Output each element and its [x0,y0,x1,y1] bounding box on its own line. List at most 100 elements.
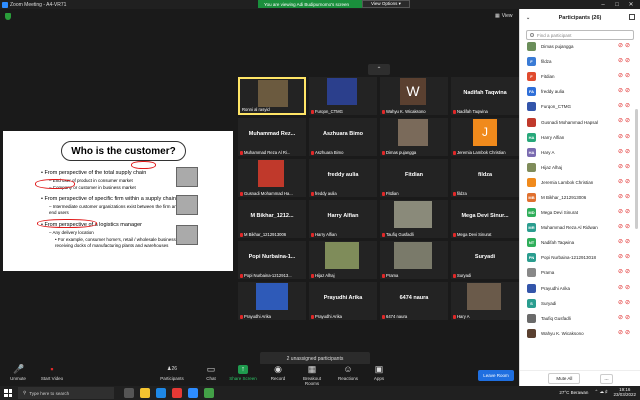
app-icon[interactable] [204,388,214,398]
mute-all-button[interactable]: Mute All [548,373,581,384]
tray-icons[interactable]: ⌃ ☁ ♯ [594,389,607,395]
participant-row[interactable]: Prayudhi Arika ⊘ ⊘ [520,281,633,296]
video-tile[interactable]: Suryadi Suryadi [451,241,519,279]
close-icon[interactable]: ✕ [624,0,638,9]
file-explorer-icon[interactable] [140,388,150,398]
popout-icon[interactable] [629,14,635,20]
video-tile[interactable]: Nadifah Taqwina Nadifah Taqwina [451,77,519,115]
participant-row[interactable]: NT Nadifah Taqwina ⊘ ⊘ [520,235,633,250]
leave-room-button[interactable]: Leave Room [478,370,514,381]
video-tile[interactable]: Furqon_CTMG [309,77,377,115]
muted-mic-icon [453,273,456,278]
participant-row[interactable]: Ffildza ⊘ ⊘ [520,54,633,69]
reactions-button[interactable]: ☺ Reactions [332,365,364,382]
video-tile[interactable]: Taufiq Gusfadli [380,200,448,238]
participant-row[interactable]: PN Popi Nurbaina-1212913018 ⊘ ⊘ [520,250,633,265]
participant-name: Harry Alfian [541,134,565,140]
participant-row[interactable]: S Suryadi ⊘ ⊘ [520,296,633,311]
zoom-taskbar-icon[interactable] [188,388,198,398]
video-tile[interactable]: Dimas pujangga [380,118,448,156]
taskbar-search-input[interactable]: ⚲ Type here to search [18,387,114,399]
record-icon: ◉ [274,364,282,374]
participant-row[interactable]: Wahyu K. Wicaksono ⊘ ⊘ [520,326,633,341]
annotation-ink [131,161,156,169]
participant-row[interactable]: MR Muhammad Reza Al Ridwan ⊘ ⊘ [520,220,633,235]
participant-row[interactable]: Taufiq Gusfadli ⊘ ⊘ [520,311,633,326]
participant-row[interactable]: HA Hary A ⊘ ⊘ [520,145,633,160]
video-tile[interactable]: Prayudhi Arika Prayudhi Arika [309,282,377,320]
participant-name: Suryadi [541,300,557,306]
video-tile[interactable]: Hary A [451,282,519,320]
video-tile[interactable]: Prayudhi Arika [238,282,306,320]
participant-row[interactable]: HA Harry Alfian ⊘ ⊘ [520,130,633,145]
video-tile[interactable]: freddy aulia freddy aulia [309,159,377,197]
apps-button[interactable]: ▣ Apps [363,365,395,382]
security-shield-icon[interactable] [5,13,11,20]
muted-mic-icon: ⊘ [618,148,624,155]
video-tile[interactable]: Popi Nurbaina-1... Popi Nurbaina-1212913… [238,241,306,279]
video-tile[interactable]: Muhammad Rez... Muhammad Reza Al Ri... [238,118,306,156]
clock[interactable]: 19:16 23/03/2022 [613,387,636,397]
participant-row[interactable]: Gusnadi Mohammad Hapsal ⊘ ⊘ [520,114,633,129]
video-off-icon: ⊘ [625,314,631,321]
participant-row[interactable]: Furqon_CTMG ⊘ ⊘ [520,99,633,114]
video-off-icon: ⊘ [625,88,631,95]
maximize-icon[interactable]: □ [610,0,624,9]
video-tile[interactable]: Ronni al rasyid [238,77,306,115]
chat-button[interactable]: ▭ Chat [195,365,227,382]
video-tile[interactable]: fildza fildza [451,159,519,197]
chevron-down-icon[interactable]: ⌄ [526,15,530,21]
participant-row[interactable]: MD Mega Devi Sinurat ⊘ ⊘ [520,205,633,220]
video-tile[interactable]: Fitdian Fitdian [380,159,448,197]
weather-text[interactable]: 27°C Berawan [559,390,588,395]
participant-row[interactable]: F Fitdian ⊘ ⊘ [520,69,633,84]
record-button[interactable]: ◉ Record [262,364,294,382]
participant-name: Nadifah Taqwina [541,240,575,246]
video-off-icon: ⊘ [625,193,631,200]
edge-icon[interactable] [156,388,166,398]
minimize-icon[interactable]: – [596,0,610,9]
avatar: F [527,72,536,82]
participant-row[interactable]: FA freddy aulia ⊘ ⊘ [520,84,633,99]
participant-row[interactable]: Hijaz Alhaj ⊘ ⊘ [520,160,633,175]
video-tile[interactable]: Hijaz Alhaj [309,241,377,279]
video-tile[interactable]: Prama [380,241,448,279]
video-tile[interactable]: Gusnadi Mohammad Ha... [238,159,306,197]
tile-label: Nadifah Taqwina [457,109,488,114]
avatar: NT [527,238,536,248]
slide-illustration [176,195,198,215]
video-off-icon: ⊘ [625,43,631,49]
share-screen-icon: ↑ [238,365,248,374]
windows-start-icon[interactable] [4,389,12,397]
breakout-rooms-button[interactable]: ▦ Breakout Rooms [296,364,328,387]
video-tile[interactable]: J Jeremia Lambok Christian [451,118,519,156]
task-view-icon[interactable] [124,388,134,398]
unmute-button[interactable]: 🎤 Unmute [2,365,34,382]
chrome-icon[interactable] [172,388,182,398]
participant-name: Hary A [541,149,555,155]
participants-button[interactable]: ♟26 Participants [156,365,188,381]
participant-row[interactable]: Dimas pujangga ⊘ ⊘ [520,39,633,54]
video-tile[interactable]: Aszhuara Bimo Aszhuara Bimo [309,118,377,156]
start-video-button[interactable]: ▪ Start Video [36,365,68,382]
video-tile[interactable]: Harry Alfian Harry Alfian [309,200,377,238]
video-tile[interactable]: W Wahyu K. Wicaksono [380,77,448,115]
participant-row[interactable]: Jeremia Lambok Christian ⊘ ⊘ [520,175,633,190]
collapse-gallery-button[interactable]: ⌃ [368,64,390,75]
video-tile[interactable]: 6474 naura 6474 naura [380,282,448,320]
participants-count: 26 [171,366,178,372]
breakout-rooms-icon: ▦ [307,364,317,374]
view-button[interactable]: ▦ View [495,13,512,19]
video-off-icon: ⊘ [625,148,631,155]
video-tile[interactable]: M Bikhar_1212... M Bikhar_1212913006 [238,200,306,238]
scrollbar[interactable] [635,109,638,229]
participant-row[interactable]: Prama ⊘ ⊘ [520,265,633,280]
video-off-icon: ⊘ [625,209,631,216]
muted-mic-icon [382,150,385,155]
video-off-icon: ⊘ [625,163,631,170]
participant-row[interactable]: MB M Bikhar_1212913006 ⊘ ⊘ [520,190,633,205]
more-button[interactable]: ... [600,373,613,384]
video-tile[interactable]: Mega Devi Sinur... Mega Devi Sinurat [451,200,519,238]
view-options-button[interactable]: View Options ▾ [362,0,410,8]
share-screen-button[interactable]: ↑ Share Screen [227,365,259,381]
